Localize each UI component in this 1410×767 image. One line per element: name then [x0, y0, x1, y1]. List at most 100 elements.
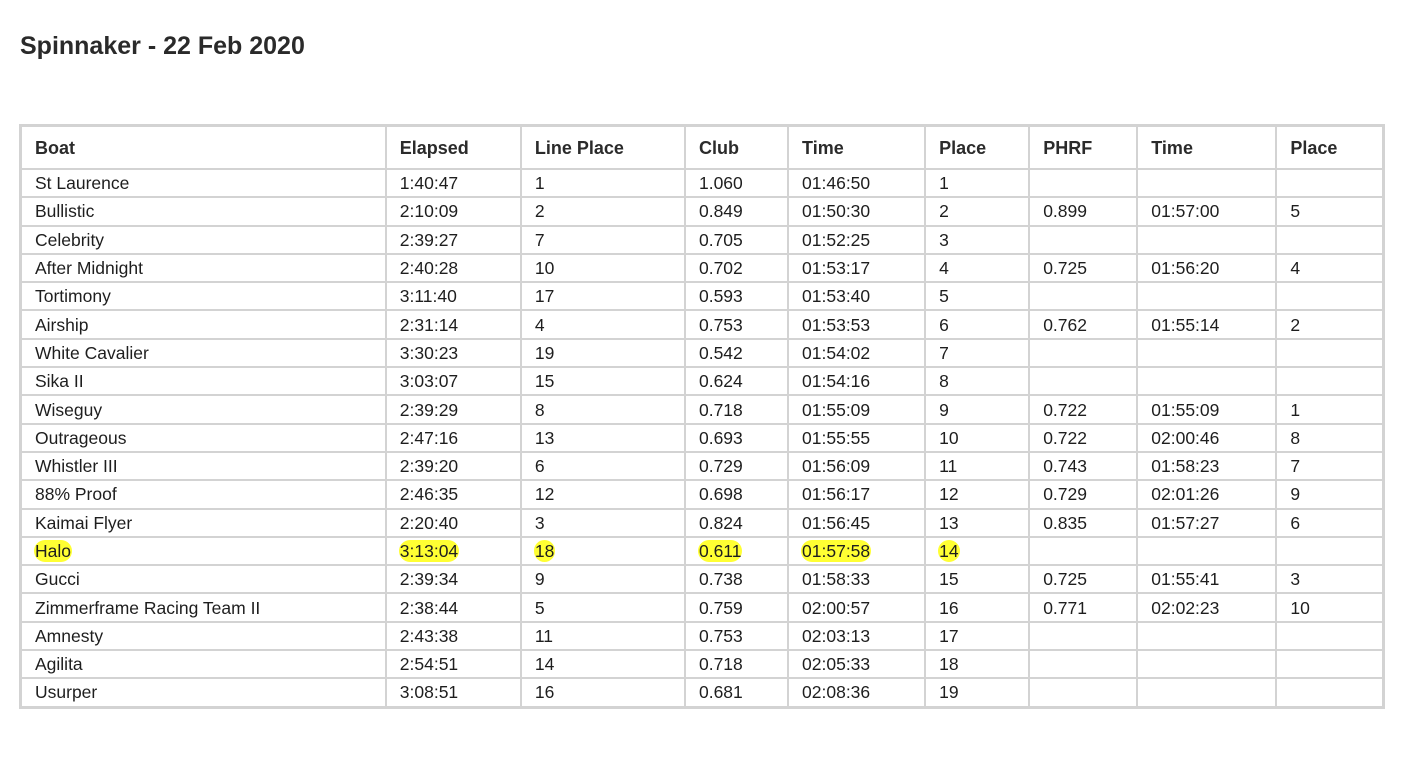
club-time-cell: 01:50:30 [787, 196, 927, 227]
phrf-rating-cell: 0.725 [1028, 564, 1139, 595]
club-place-cell: 7 [924, 337, 1031, 369]
col-header-phrf-place: Place [1275, 124, 1385, 170]
phrf-rating-cell: 0.722 [1028, 422, 1139, 453]
line-place-cell: 8 [519, 394, 686, 425]
boat-name: Halo [19, 535, 387, 567]
phrf-place-cell [1275, 281, 1385, 312]
col-header-club-time: Time [787, 124, 927, 170]
col-header-club-place: Place [924, 124, 1031, 170]
boat-name: Outrageous [19, 422, 387, 453]
club-rating-cell: 0.718 [683, 394, 790, 425]
club-place-cell: 19 [924, 677, 1031, 709]
line-place-cell: 18 [519, 535, 686, 567]
club-place-cell: 15 [924, 564, 1031, 595]
phrf-place-cell [1275, 620, 1385, 652]
phrf-time-cell: 02:02:23 [1136, 592, 1278, 623]
table-row: Tortimony 3:11:40 17 0.593 01:53:40 5 [19, 281, 1385, 312]
elapsed-cell: 3:30:23 [384, 337, 522, 369]
highlighted-value: 3:13:04 [398, 540, 460, 562]
club-place-cell: 5 [924, 281, 1031, 312]
boat-name: Amnesty [19, 620, 387, 652]
phrf-place-cell: 6 [1275, 507, 1385, 538]
club-time-cell: 01:53:17 [787, 252, 927, 284]
phrf-rating-cell [1028, 535, 1139, 567]
club-place-cell: 2 [924, 196, 1031, 227]
boat-name: Usurper [19, 677, 387, 709]
table-row: St Laurence 1:40:47 1 1.060 01:46:50 1 [19, 167, 1385, 199]
elapsed-cell: 2:10:09 [384, 196, 522, 227]
boat-name: Whistler III [19, 450, 387, 482]
elapsed-cell: 2:43:38 [384, 620, 522, 652]
club-place-cell: 10 [924, 422, 1031, 453]
line-place-cell: 15 [519, 366, 686, 397]
boat-name: Sika II [19, 366, 387, 397]
table-row: Gucci 2:39:34 9 0.738 01:58:33 15 0.725 01:55:4… [19, 564, 1385, 595]
phrf-time-cell: 02:00:46 [1136, 422, 1278, 453]
phrf-time-cell: 01:56:20 [1136, 252, 1278, 284]
club-rating-cell: 0.542 [683, 337, 790, 369]
boat-name: Gucci [19, 564, 387, 595]
boat-name: Bullistic [19, 196, 387, 227]
elapsed-cell: 1:40:47 [384, 167, 522, 199]
club-rating-cell: 0.681 [683, 677, 790, 709]
club-place-cell: 8 [924, 366, 1031, 397]
table-row: Bullistic 2:10:09 2 0.849 01:50:30 2 0.899 01:5… [19, 196, 1385, 227]
results-table: Boat Elapsed Line Place Club Time Place … [19, 124, 1385, 709]
club-place-cell: 9 [924, 394, 1031, 425]
phrf-time-cell [1136, 281, 1278, 312]
club-time-cell: 01:54:16 [787, 366, 927, 397]
club-time-cell: 02:03:13 [787, 620, 927, 652]
club-place-cell: 6 [924, 309, 1031, 340]
phrf-place-cell: 3 [1275, 564, 1385, 595]
club-rating-cell: 0.624 [683, 366, 790, 397]
club-place-cell: 1 [924, 167, 1031, 199]
boat-name: White Cavalier [19, 337, 387, 369]
table-row: Outrageous 2:47:16 13 0.693 01:55:55 10 0.722 0… [19, 422, 1385, 453]
club-rating-cell: 0.718 [683, 649, 790, 680]
highlighted-value: 01:57:58 [801, 540, 872, 562]
phrf-rating-cell [1028, 167, 1139, 199]
phrf-time-cell: 01:55:14 [1136, 309, 1278, 340]
col-header-club: Club [683, 124, 790, 170]
club-rating-cell: 0.849 [683, 196, 790, 227]
club-time-cell: 01:56:45 [787, 507, 927, 538]
phrf-rating-cell: 0.899 [1028, 196, 1139, 227]
boat-name: Airship [19, 309, 387, 340]
club-time-cell: 01:55:55 [787, 422, 927, 453]
club-place-cell: 13 [924, 507, 1031, 538]
club-rating-cell: 0.698 [683, 479, 790, 510]
table-row: Sika II 3:03:07 15 0.624 01:54:16 8 [19, 366, 1385, 397]
line-place-cell: 3 [519, 507, 686, 538]
phrf-place-cell: 5 [1275, 196, 1385, 227]
club-time-cell: 01:57:58 [787, 535, 927, 567]
club-time-cell: 02:00:57 [787, 592, 927, 623]
phrf-time-cell [1136, 224, 1278, 255]
elapsed-cell: 2:39:20 [384, 450, 522, 482]
club-place-cell: 16 [924, 592, 1031, 623]
phrf-time-cell: 01:55:41 [1136, 564, 1278, 595]
phrf-rating-cell [1028, 620, 1139, 652]
col-header-phrf: PHRF [1028, 124, 1139, 170]
table-row: Wiseguy 2:39:29 8 0.718 01:55:09 9 0.722 01:55:… [19, 394, 1385, 425]
phrf-place-cell [1275, 535, 1385, 567]
phrf-rating-cell: 0.729 [1028, 479, 1139, 510]
table-row: After Midnight 2:40:28 10 0.702 01:53:17 4 0.7… [19, 252, 1385, 284]
phrf-time-cell [1136, 677, 1278, 709]
boat-name: Wiseguy [19, 394, 387, 425]
phrf-time-cell [1136, 366, 1278, 397]
club-rating-cell: 0.824 [683, 507, 790, 538]
club-time-cell: 01:55:09 [787, 394, 927, 425]
phrf-rating-cell [1028, 677, 1139, 709]
elapsed-cell: 2:54:51 [384, 649, 522, 680]
phrf-rating-cell: 0.725 [1028, 252, 1139, 284]
boat-name: Agilita [19, 649, 387, 680]
club-time-cell: 01:56:17 [787, 479, 927, 510]
club-rating-cell: 0.593 [683, 281, 790, 312]
club-time-cell: 02:08:36 [787, 677, 927, 709]
phrf-place-cell [1275, 224, 1385, 255]
boat-name: 88% Proof [19, 479, 387, 510]
club-time-cell: 01:53:40 [787, 281, 927, 312]
highlighted-value: Halo [34, 540, 72, 562]
club-rating-cell: 0.729 [683, 450, 790, 482]
phrf-time-cell [1136, 620, 1278, 652]
